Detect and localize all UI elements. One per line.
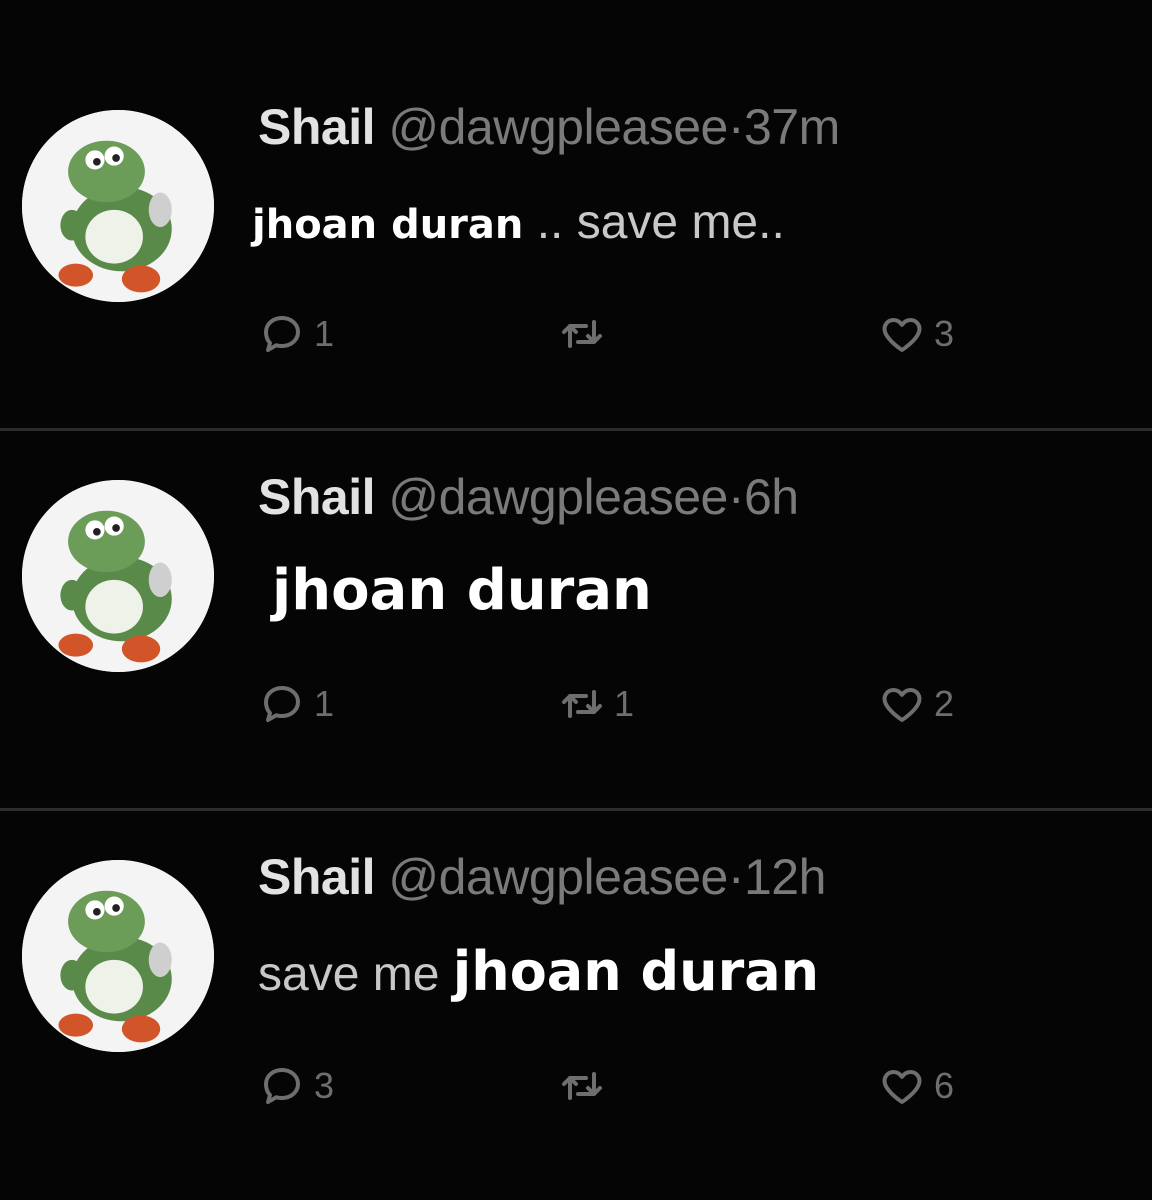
tweet-header: Shail @dawgpleasee·37m xyxy=(258,98,840,156)
like-count: 6 xyxy=(934,1065,955,1106)
reply-icon xyxy=(264,1068,300,1104)
overlay-text: jhoan duran xyxy=(272,558,652,623)
tweet-header: Shail @dawgpleasee·6h xyxy=(258,468,799,526)
action-bar: 1 1 2 xyxy=(258,680,1058,740)
like-count: 3 xyxy=(934,313,955,354)
display-name[interactable]: Shail xyxy=(258,849,375,905)
tweet[interactable]: Shail @dawgpleasee·6h jhoan duran 1 1 2 xyxy=(0,400,1152,780)
retweet-icon xyxy=(562,320,602,348)
reply-button[interactable]: 1 xyxy=(258,310,334,358)
yoshi-avatar-icon xyxy=(22,110,214,302)
tweet-header: Shail @dawgpleasee·12h xyxy=(258,848,826,906)
user-handle[interactable]: @dawgpleasee xyxy=(388,99,728,155)
heart-icon xyxy=(882,318,922,352)
overlay-text: jhoan duran xyxy=(452,940,820,1003)
overlay-text: jhoan duran xyxy=(252,202,524,248)
like-count: 2 xyxy=(934,683,955,724)
separator: · xyxy=(727,99,745,155)
reply-button[interactable]: 3 xyxy=(258,1062,334,1110)
separator: · xyxy=(727,849,745,905)
timestamp[interactable]: 12h xyxy=(744,849,826,905)
retweet-icon xyxy=(562,690,602,718)
yoshi-avatar-icon xyxy=(22,860,214,1052)
user-handle[interactable]: @dawgpleasee xyxy=(388,849,728,905)
tweet-text: save me jhoan duran xyxy=(258,940,819,1003)
retweet-count: 1 xyxy=(614,683,635,724)
tweet[interactable]: Shail @dawgpleasee·37m jhoan duran .. sa… xyxy=(0,20,1152,400)
reply-count: 1 xyxy=(314,313,335,354)
action-bar: 1 3 xyxy=(258,310,1058,370)
avatar[interactable] xyxy=(22,860,214,1052)
heart-icon xyxy=(882,688,922,722)
tweet[interactable]: Shail @dawgpleasee·12h save me jhoan dur… xyxy=(0,780,1152,1160)
avatar[interactable] xyxy=(22,110,214,302)
tweet-text: jhoan duran xyxy=(272,558,652,623)
reply-button[interactable]: 1 xyxy=(258,680,334,728)
display-name[interactable]: Shail xyxy=(258,469,375,525)
avatar[interactable] xyxy=(22,480,214,672)
retweet-icon xyxy=(562,1072,602,1100)
display-name[interactable]: Shail xyxy=(258,99,375,155)
reply-count: 1 xyxy=(314,683,335,724)
separator: · xyxy=(727,469,745,525)
reply-icon xyxy=(264,316,300,352)
like-button[interactable]: 6 xyxy=(878,1062,954,1110)
tweet-body-text: save me xyxy=(258,948,453,1001)
retweet-button[interactable] xyxy=(558,310,614,358)
timestamp[interactable]: 37m xyxy=(744,99,840,155)
tweet-text: jhoan duran .. save me.. xyxy=(252,195,785,250)
user-handle[interactable]: @dawgpleasee xyxy=(388,469,728,525)
retweet-button[interactable] xyxy=(558,1062,614,1110)
reply-icon xyxy=(264,686,300,722)
yoshi-avatar-icon xyxy=(22,480,214,672)
retweet-button[interactable]: 1 xyxy=(558,680,634,728)
heart-icon xyxy=(882,1070,922,1104)
like-button[interactable]: 2 xyxy=(878,680,954,728)
action-bar: 3 6 xyxy=(258,1062,1058,1122)
reply-count: 3 xyxy=(314,1065,335,1106)
tweet-body-text: .. save me.. xyxy=(523,196,785,249)
timestamp[interactable]: 6h xyxy=(744,469,799,525)
like-button[interactable]: 3 xyxy=(878,310,954,358)
